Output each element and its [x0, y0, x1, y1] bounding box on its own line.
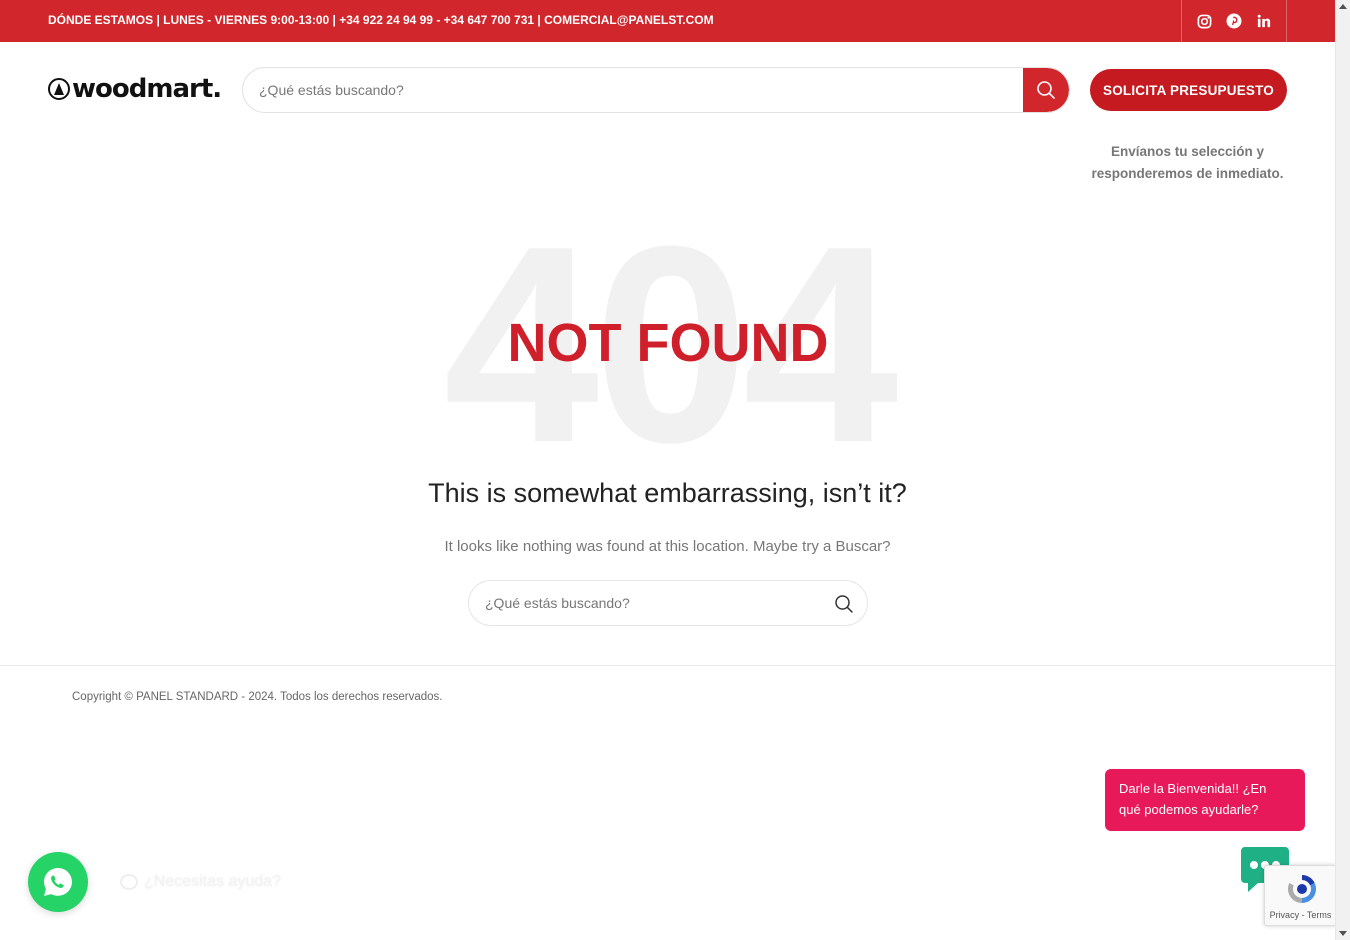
- linkedin-icon[interactable]: [1256, 13, 1272, 29]
- page: DÓNDE ESTAMOS | LUNES - VIERNES 9:00-13:…: [0, 0, 1335, 940]
- logo-text: woodmart.: [72, 74, 222, 104]
- whatsapp-help-text: ¿Necesitas ayuda?: [144, 873, 281, 890]
- whatsapp-icon: [44, 868, 72, 896]
- quote-subtitle-line: responderemos de inmediato.: [1091, 166, 1284, 181]
- recaptcha-badge[interactable]: Privacy - Terms: [1264, 865, 1335, 926]
- footer-divider: [0, 665, 1335, 666]
- top-bar: DÓNDE ESTAMOS | LUNES - VIERNES 9:00-13:…: [0, 0, 1335, 42]
- social-links: [1181, 0, 1287, 42]
- not-found-title: NOT FOUND: [507, 313, 829, 373]
- content-search-button[interactable]: [833, 593, 855, 615]
- scroll-up-arrow-icon[interactable]: [1339, 4, 1347, 9]
- instagram-icon[interactable]: [1196, 13, 1212, 29]
- content-search-input[interactable]: [469, 581, 819, 625]
- site-logo[interactable]: woodmart.: [48, 74, 222, 104]
- pinterest-icon[interactable]: [1226, 13, 1242, 29]
- quote-subtitle: Envíanos tu selección y responderemos de…: [1070, 141, 1305, 185]
- chat-icon: [120, 874, 138, 890]
- quote-subtitle-line: Envíanos tu selección y: [1110, 144, 1265, 159]
- recaptcha-links: Privacy - Terms: [1269, 910, 1332, 920]
- quote-button[interactable]: SOLICITA PRESUPUESTO: [1090, 69, 1287, 111]
- page-scrollbar[interactable]: [1335, 0, 1350, 940]
- whatsapp-button[interactable]: [28, 852, 88, 912]
- logo-icon: [48, 78, 70, 100]
- header-search-input[interactable]: [243, 68, 1025, 112]
- recaptcha-terms-link[interactable]: Terms: [1307, 910, 1332, 920]
- search-icon: [835, 595, 853, 613]
- page-description: It looks like nothing was found at this …: [444, 538, 891, 555]
- header-search-button[interactable]: [1023, 68, 1069, 112]
- whatsapp-help-label[interactable]: ¿Necesitas ayuda?: [112, 866, 295, 898]
- search-icon: [1037, 81, 1055, 99]
- header-search: [242, 67, 1070, 113]
- recaptcha-icon: [1285, 872, 1319, 906]
- content-search: [468, 580, 868, 626]
- scroll-down-arrow-icon[interactable]: [1339, 931, 1347, 936]
- contact-info[interactable]: DÓNDE ESTAMOS | LUNES - VIERNES 9:00-13:…: [48, 13, 714, 27]
- copyright-text: Copyright © PANEL STANDARD - 2024. Todos…: [72, 691, 443, 703]
- chat-greeting-bubble[interactable]: Darle la Bienvenida!! ¿En qué podemos ay…: [1105, 769, 1305, 831]
- recaptcha-privacy-link[interactable]: Privacy: [1270, 910, 1300, 920]
- page-headline: This is somewhat embarrassing, isn’t it?: [428, 478, 907, 508]
